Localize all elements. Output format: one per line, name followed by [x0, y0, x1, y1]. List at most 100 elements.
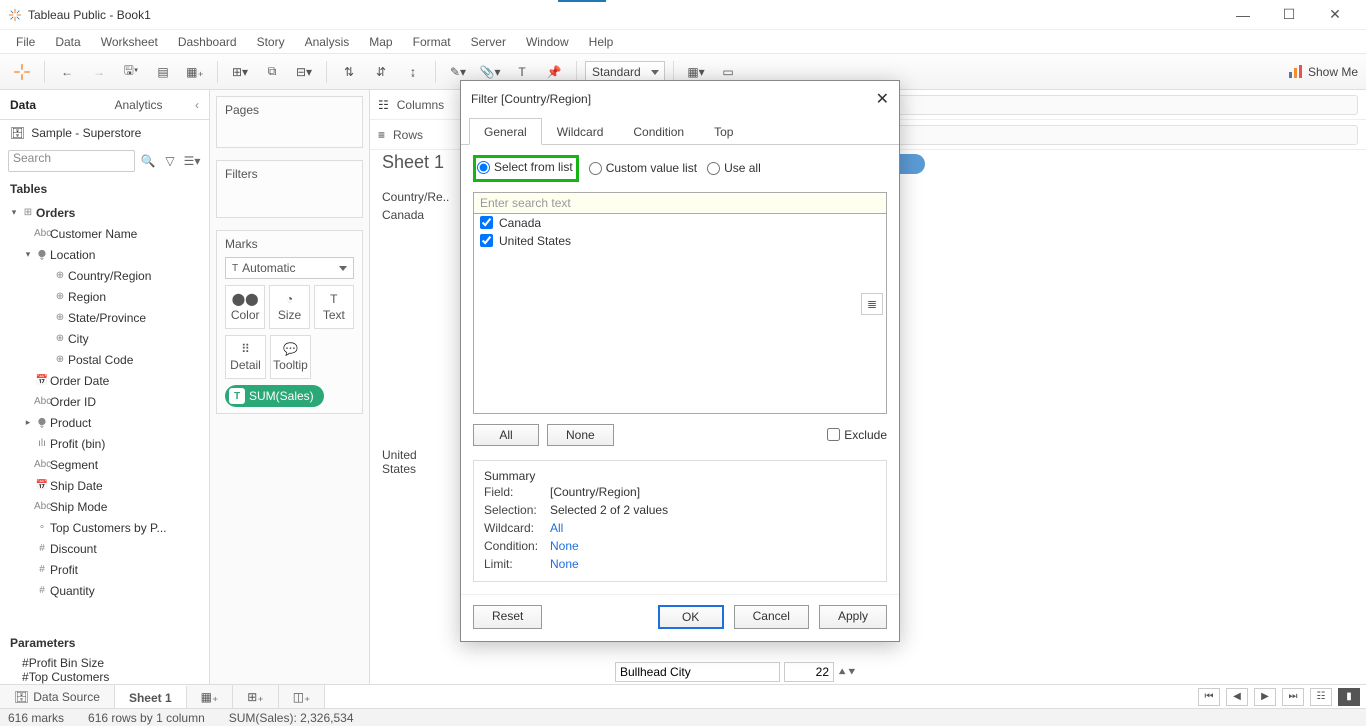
pill-sum-sales[interactable]: TSUM(Sales)	[225, 385, 324, 407]
field-row[interactable]: #Discount	[0, 538, 209, 559]
tab-datasource[interactable]: 🗄Data Source	[0, 685, 115, 708]
field-row[interactable]: ▾⊞Orders	[0, 202, 209, 223]
minimize-button[interactable]: —	[1220, 0, 1266, 30]
field-row[interactable]: 📅Ship Date	[0, 475, 209, 496]
sort-clear-icon[interactable]: ↨	[399, 59, 427, 85]
filter-search-input[interactable]: Enter search text	[473, 192, 887, 214]
new-sheet-icon[interactable]: ▦₊	[181, 59, 209, 85]
stepper-icon[interactable]: ⯅⯆	[838, 663, 856, 681]
field-row[interactable]: ⊕City	[0, 328, 209, 349]
search-icon[interactable]: 🔍	[139, 152, 157, 170]
cell-value-input[interactable]	[784, 662, 834, 682]
sort-asc-icon[interactable]: ⇅	[335, 59, 363, 85]
ok-button[interactable]: OK	[658, 605, 724, 629]
tableau-icon[interactable]	[8, 59, 36, 85]
maximize-button[interactable]: ☐	[1266, 0, 1312, 30]
field-row[interactable]: ılıProfit (bin)	[0, 433, 209, 454]
prev-icon[interactable]: ◀	[1226, 688, 1248, 706]
dlg-tab-wildcard[interactable]: Wildcard	[542, 118, 619, 145]
menu-analysis[interactable]: Analysis	[295, 32, 360, 52]
menu-worksheet[interactable]: Worksheet	[91, 32, 168, 52]
reset-button[interactable]: Reset	[473, 605, 542, 629]
field-row[interactable]: #Quantity	[0, 580, 209, 601]
mark-tooltip[interactable]: 💬Tooltip	[270, 335, 311, 379]
field-row[interactable]: ⊕Country/Region	[0, 265, 209, 286]
tab-analytics[interactable]: Analytics‹	[105, 90, 210, 119]
field-row[interactable]: ⊕Postal Code	[0, 349, 209, 370]
mark-text[interactable]: TText	[314, 285, 354, 329]
field-row[interactable]: ▾⧭Location	[0, 244, 209, 265]
mark-color[interactable]: ⬤⬤Color	[225, 285, 265, 329]
cancel-button[interactable]: Cancel	[734, 605, 809, 629]
field-row[interactable]: ▸⧭Product	[0, 412, 209, 433]
new-story-button[interactable]: ◫₊	[279, 685, 326, 708]
field-row[interactable]: ⊕State/Province	[0, 307, 209, 328]
row-canada[interactable]: Canada	[382, 208, 424, 222]
new-worksheet-button[interactable]: ▦₊	[187, 685, 234, 708]
clear-icon[interactable]: ⊟▾	[290, 59, 318, 85]
save-icon[interactable]: 🖫▾	[117, 59, 145, 85]
show-filmstrip-icon[interactable]: ▮	[1338, 688, 1360, 706]
menu-map[interactable]: Map	[359, 32, 402, 52]
menu-help[interactable]: Help	[579, 32, 624, 52]
dlg-tab-condition[interactable]: Condition	[618, 118, 699, 145]
forward-icon[interactable]: →	[85, 59, 113, 85]
menu-file[interactable]: File	[6, 32, 45, 52]
cell-city-input[interactable]	[615, 662, 780, 682]
param-row[interactable]: #Top Customers	[0, 670, 209, 684]
list-mode-icon[interactable]: ≣	[861, 293, 883, 315]
new-datasource-icon[interactable]: ▤	[149, 59, 177, 85]
radio-custom-value-list[interactable]: Custom value list	[589, 161, 697, 175]
menu-format[interactable]: Format	[403, 32, 461, 52]
swap-icon[interactable]: ⊞▾	[226, 59, 254, 85]
menu-dashboard[interactable]: Dashboard	[168, 32, 247, 52]
duplicate-icon[interactable]: ⧉	[258, 59, 286, 85]
mark-size[interactable]: ◔Size	[269, 285, 309, 329]
tab-sheet1[interactable]: Sheet 1	[115, 685, 187, 708]
field-row[interactable]: #Profit	[0, 559, 209, 580]
back-icon[interactable]: ←	[53, 59, 81, 85]
mark-type-select[interactable]: TAutomatic	[225, 257, 354, 279]
list-item[interactable]: United States	[474, 232, 886, 250]
filter-icon[interactable]: ▽	[161, 152, 179, 170]
view-icon[interactable]: ☰▾	[183, 152, 201, 170]
all-button[interactable]: All	[473, 424, 539, 446]
close-button[interactable]: ✕	[1312, 0, 1358, 30]
search-input[interactable]: Search	[8, 150, 135, 172]
field-row[interactable]: AbcOrder ID	[0, 391, 209, 412]
checkbox-united-states[interactable]	[480, 234, 493, 247]
field-row[interactable]: ∘Top Customers by P...	[0, 517, 209, 538]
dialog-close-icon[interactable]: ✕	[876, 89, 889, 109]
exclude-checkbox[interactable]: Exclude	[827, 428, 887, 442]
field-row[interactable]: AbcSegment	[0, 454, 209, 475]
sheet-title[interactable]: Sheet 1	[382, 152, 444, 173]
mark-detail[interactable]: ⠿Detail	[225, 335, 266, 379]
dlg-tab-general[interactable]: General	[469, 118, 542, 145]
dlg-tab-top[interactable]: Top	[699, 118, 748, 145]
first-icon[interactable]: ⏮	[1198, 688, 1220, 706]
tab-data[interactable]: Data	[0, 90, 105, 119]
sort-desc-icon[interactable]: ⇵	[367, 59, 395, 85]
field-row[interactable]: AbcShip Mode	[0, 496, 209, 517]
show-me-button[interactable]: Show Me	[1288, 64, 1358, 80]
none-button[interactable]: None	[547, 424, 614, 446]
checkbox-canada[interactable]	[480, 216, 493, 229]
apply-button[interactable]: Apply	[819, 605, 887, 629]
show-tabs-icon[interactable]: ☷	[1310, 688, 1332, 706]
radio-use-all[interactable]: Use all	[707, 161, 761, 175]
last-icon[interactable]: ⏭	[1282, 688, 1304, 706]
menu-server[interactable]: Server	[461, 32, 516, 52]
datasource-row[interactable]: 🗄 Sample - Superstore	[0, 120, 209, 146]
list-item[interactable]: Canada	[474, 214, 886, 232]
menu-window[interactable]: Window	[516, 32, 579, 52]
new-dashboard-button[interactable]: ⊞₊	[233, 685, 278, 708]
field-row[interactable]: ⊕Region	[0, 286, 209, 307]
next-icon[interactable]: ▶	[1254, 688, 1276, 706]
menu-story[interactable]: Story	[247, 32, 295, 52]
field-row[interactable]: AbcCustomer Name	[0, 223, 209, 244]
param-row[interactable]: #Profit Bin Size	[0, 656, 209, 670]
radio-select-from-list[interactable]: Select from list	[477, 160, 573, 174]
field-row[interactable]: 📅Order Date	[0, 370, 209, 391]
menu-data[interactable]: Data	[45, 32, 90, 52]
row-us-a[interactable]: United	[382, 448, 417, 462]
